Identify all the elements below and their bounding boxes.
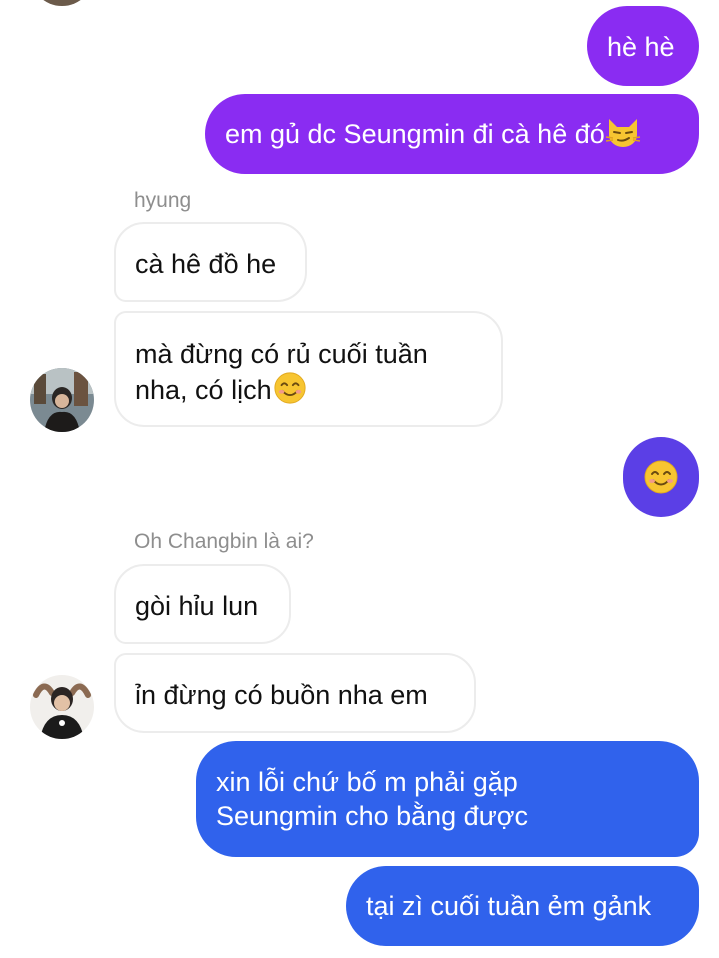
message-text: tại zì cuối tuần ẻm gảnk [366,891,652,921]
avatar-partial[interactable] [30,0,94,6]
message-text: em gủ dc Seungmin đi cà hê đó [225,119,605,149]
message-bubble-incoming[interactable]: ỉn đừng có buồn nha em [114,653,476,733]
message-text: gòi hỉu lun [135,591,259,621]
message-bubble-outgoing[interactable]: em gủ dc Seungmin đi cà hê đó [205,94,699,174]
smiling-face-icon [644,460,678,494]
message-text-line: nha, có lịch [135,371,501,407]
avatar-changbin[interactable] [30,675,94,739]
message-text: nha, có lịch [135,375,272,405]
avatar-hyung[interactable] [30,368,94,432]
message-text-line: mà đừng có rủ cuối tuần [135,339,428,369]
message-bubble-incoming[interactable]: mà đừng có rủ cuối tuần nha, có lịch [114,311,503,427]
chat-thread: hè hè em gủ dc Seungmin đi cà hê đó hyun… [0,0,719,958]
avatar-photo [30,368,94,432]
avatar-photo [30,675,94,739]
message-bubble-incoming[interactable]: gòi hỉu lun [114,564,291,644]
message-bubble-outgoing[interactable]: tại zì cuối tuần ẻm gảnk [346,866,699,946]
message-bubble-outgoing[interactable] [623,437,699,517]
message-text-line: Seungmin cho bằng được [216,801,528,831]
smiling-face-icon [274,372,306,404]
message-text: ỉn đừng có buồn nha em [135,680,428,710]
sender-name: hyung [134,189,192,212]
message-bubble-outgoing[interactable]: hè hè [587,6,699,86]
message-bubble-outgoing[interactable]: xin lỗi chứ bố m phải gặp Seungmin cho b… [196,741,699,857]
message-text: cà hê đồ he [135,249,277,279]
sender-name: Oh Changbin là ai? [134,530,314,553]
message-text-line: xin lỗi chứ bố m phải gặp [216,767,518,797]
message-bubble-incoming[interactable]: cà hê đồ he [114,222,307,302]
smirk-cat-icon [605,119,640,147]
message-text: hè hè [607,32,675,62]
